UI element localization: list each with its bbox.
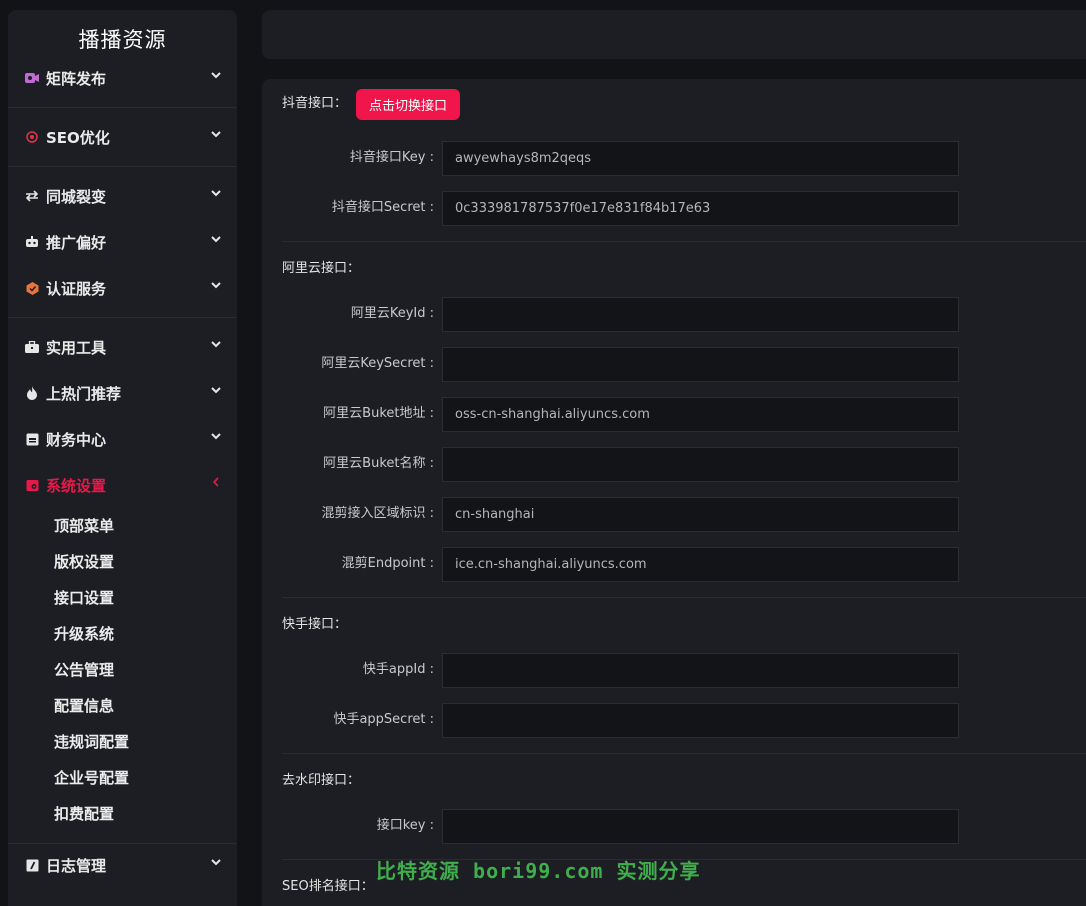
nav-label: 实用工具 bbox=[46, 338, 107, 357]
aliyun-keysecret-label: 阿里云KeySecret : bbox=[321, 356, 434, 371]
log-icon bbox=[24, 857, 40, 873]
douyin-secret-label: 抖音接口Secret : bbox=[331, 200, 434, 215]
switch-api-button[interactable]: 点击切换接口 bbox=[356, 89, 461, 120]
section-title-seo-rank: SEO排名接口： bbox=[282, 879, 374, 894]
chevron-down-icon bbox=[211, 282, 221, 289]
chevron-down-icon bbox=[211, 190, 221, 197]
aliyun-bucket-address-input[interactable] bbox=[442, 397, 959, 432]
watermark-key-input[interactable] bbox=[442, 809, 959, 844]
section-title-kuaishou: 快手接口： bbox=[282, 617, 348, 632]
sub-item-billing[interactable]: 扣费配置 bbox=[54, 802, 114, 826]
nav-divider bbox=[8, 107, 237, 108]
nav-label: 日志管理 bbox=[46, 856, 107, 875]
chevron-down-icon bbox=[211, 72, 221, 79]
aliyun-keysecret-input[interactable] bbox=[442, 347, 959, 382]
nav-label: 认证服务 bbox=[46, 279, 107, 298]
aliyun-bucket-name-label: 阿里云Buket名称 : bbox=[323, 456, 434, 471]
nav-label: SEO优化 bbox=[46, 128, 110, 147]
section-divider bbox=[282, 241, 1086, 242]
watermark-overlay: 比特资源 bori99.com 实测分享 bbox=[376, 859, 701, 883]
sub-item-announcements[interactable]: 公告管理 bbox=[54, 658, 114, 682]
nav-divider bbox=[8, 166, 237, 167]
shield-icon bbox=[24, 280, 40, 296]
mix-endpoint-label: 混剪Endpoint : bbox=[341, 556, 434, 571]
nav-system-settings[interactable]: 系统设置 bbox=[8, 465, 237, 505]
chevron-left-icon bbox=[212, 477, 219, 487]
nav-label: 财务中心 bbox=[46, 430, 107, 449]
section-title-douyin: 抖音接口： bbox=[282, 96, 348, 111]
sub-item-top-menu[interactable]: 顶部菜单 bbox=[54, 514, 114, 538]
sub-item-copyright[interactable]: 版权设置 bbox=[54, 550, 114, 574]
aliyun-keyid-label: 阿里云KeyId : bbox=[350, 306, 434, 321]
nav-label: 上热门推荐 bbox=[46, 384, 122, 403]
douyin-key-label: 抖音接口Key : bbox=[349, 150, 434, 165]
mix-endpoint-input[interactable] bbox=[442, 547, 959, 582]
section-title-aliyun: 阿里云接口： bbox=[282, 261, 361, 276]
kuaishou-appsecret-label: 快手appSecret : bbox=[333, 712, 434, 727]
kuaishou-appid-label: 快手appId : bbox=[362, 662, 434, 677]
nav-label: 矩阵发布 bbox=[46, 69, 107, 88]
robot-icon bbox=[24, 234, 40, 250]
nav-divider bbox=[8, 317, 237, 318]
nav-divider bbox=[8, 843, 237, 844]
kuaishou-appid-input[interactable] bbox=[442, 653, 959, 688]
sub-item-banned-words[interactable]: 违规词配置 bbox=[54, 730, 129, 754]
chevron-down-icon bbox=[211, 859, 221, 866]
mix-region-label: 混剪接入区域标识 : bbox=[321, 506, 434, 521]
sub-item-upgrade[interactable]: 升级系统 bbox=[54, 622, 114, 646]
chevron-down-icon bbox=[211, 131, 221, 138]
brand-title: 播播资源 bbox=[78, 28, 167, 52]
kuaishou-appsecret-input[interactable] bbox=[442, 703, 959, 738]
douyin-key-input[interactable] bbox=[442, 141, 959, 176]
nav-seo[interactable]: SEO优化 bbox=[8, 117, 237, 157]
video-icon bbox=[24, 70, 40, 86]
nav-certification[interactable]: 认证服务 bbox=[8, 268, 237, 308]
mix-region-input[interactable] bbox=[442, 497, 959, 532]
sub-item-config-info[interactable]: 配置信息 bbox=[54, 694, 114, 718]
douyin-secret-input[interactable] bbox=[442, 191, 959, 226]
nav-promotion-preference[interactable]: 推广偏好 bbox=[8, 222, 237, 262]
chevron-down-icon bbox=[211, 341, 221, 348]
watermark-key-label: 接口key : bbox=[376, 818, 434, 833]
nav-label: 同城裂变 bbox=[46, 187, 107, 206]
sub-item-api-settings[interactable]: 接口设置 bbox=[54, 586, 114, 610]
wallet-icon bbox=[24, 431, 40, 447]
nav-local-fission[interactable]: 同城裂变 bbox=[8, 176, 237, 216]
chevron-down-icon bbox=[211, 433, 221, 440]
api-settings-panel: 抖音接口： 点击切换接口 抖音接口Key : 抖音接口Secret : 阿里云接… bbox=[262, 79, 1086, 906]
sidebar: 播播资源 矩阵发布 SEO优化 同城裂变 推广偏好 认证服务 实用工具 上热门推… bbox=[8, 10, 237, 906]
settings-icon bbox=[24, 477, 40, 493]
aliyun-bucket-name-input[interactable] bbox=[442, 447, 959, 482]
nav-label: 推广偏好 bbox=[46, 233, 107, 252]
nav-trending[interactable]: 上热门推荐 bbox=[8, 373, 237, 413]
toolbox-icon bbox=[24, 339, 40, 355]
chevron-down-icon bbox=[211, 236, 221, 243]
aliyun-bucket-address-label: 阿里云Buket地址 : bbox=[323, 406, 434, 421]
aliyun-keyid-input[interactable] bbox=[442, 297, 959, 332]
top-bar bbox=[262, 10, 1086, 59]
nav-tools[interactable]: 实用工具 bbox=[8, 327, 237, 367]
nav-logs[interactable]: 日志管理 bbox=[8, 845, 237, 885]
nav-finance[interactable]: 财务中心 bbox=[8, 419, 237, 459]
section-divider bbox=[282, 597, 1086, 598]
nav-matrix-publish[interactable]: 矩阵发布 bbox=[8, 58, 237, 98]
section-title-watermark-api: 去水印接口： bbox=[282, 773, 361, 788]
target-icon bbox=[24, 129, 40, 145]
section-divider bbox=[282, 753, 1086, 754]
chevron-down-icon bbox=[211, 387, 221, 394]
swap-icon bbox=[24, 188, 40, 204]
fire-icon bbox=[24, 385, 40, 401]
sub-item-enterprise[interactable]: 企业号配置 bbox=[54, 766, 129, 790]
nav-label: 系统设置 bbox=[46, 476, 107, 495]
